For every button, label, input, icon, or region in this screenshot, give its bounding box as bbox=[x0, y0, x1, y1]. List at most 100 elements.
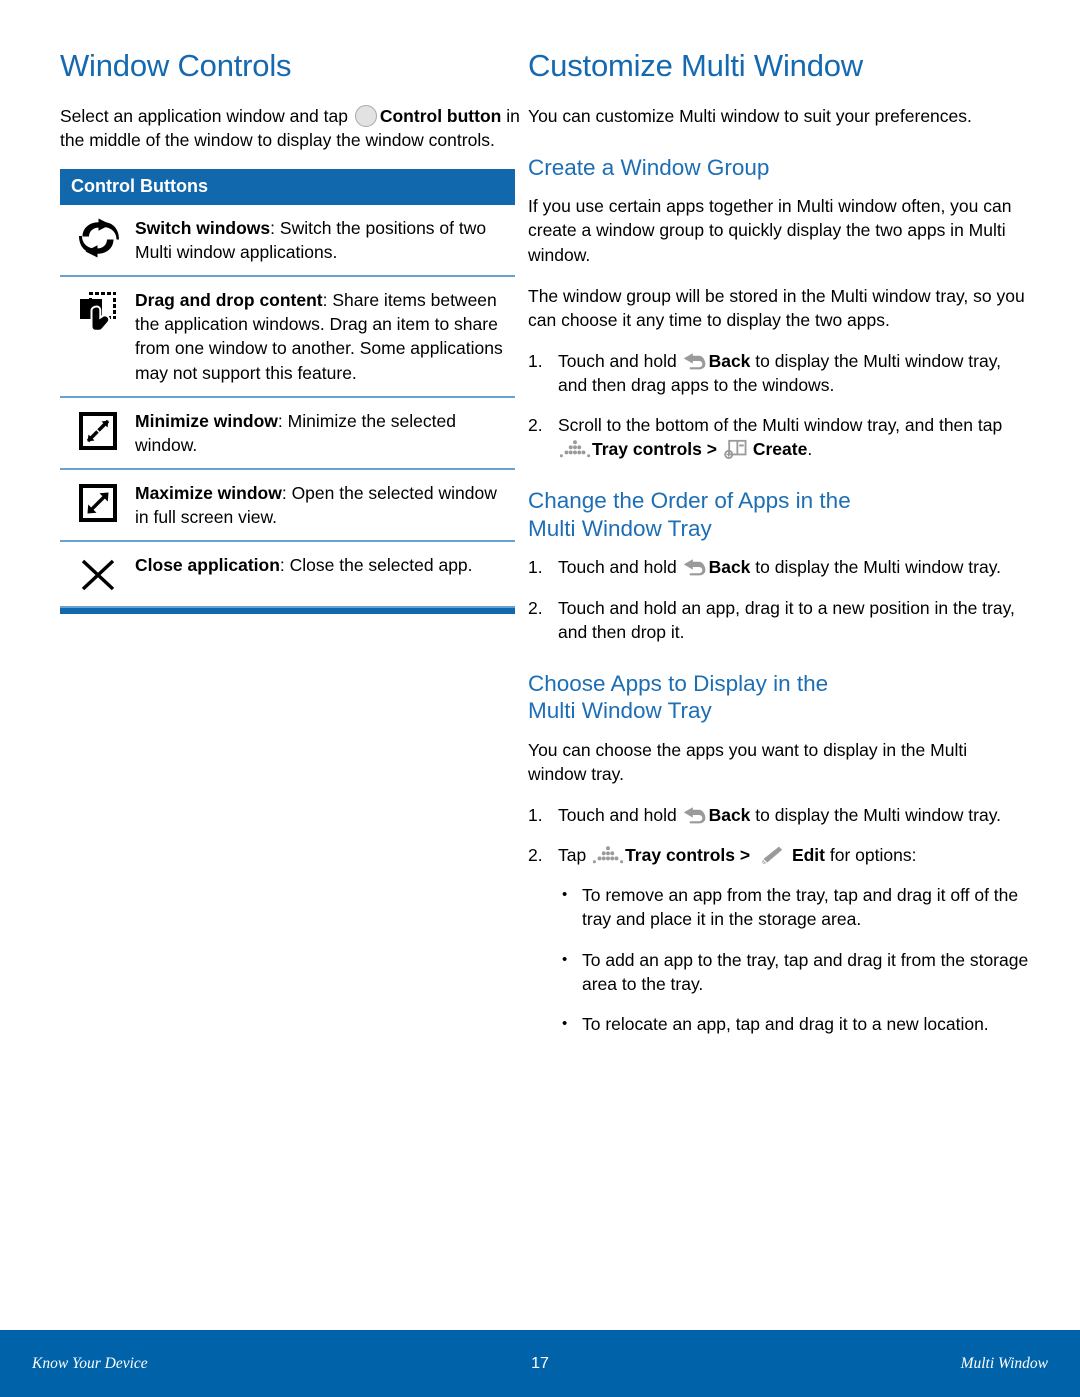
tray-controls-dots-icon bbox=[559, 440, 591, 458]
table-cell-description: Drag and drop content: Share items betwe… bbox=[135, 288, 515, 385]
list-item-number: 1. bbox=[528, 350, 543, 371]
back-icon bbox=[683, 559, 705, 576]
document-page: Window Controls Select an application wi… bbox=[0, 0, 1080, 1397]
page-title-window-controls: Window Controls bbox=[60, 48, 292, 83]
table-row: Maximize window: Open the selected windo… bbox=[60, 470, 515, 543]
back-icon bbox=[683, 807, 705, 824]
row-term: Close application bbox=[135, 555, 280, 576]
edit-label: Edit bbox=[791, 845, 825, 866]
table-cell-description: Minimize window: Minimize the selected w… bbox=[135, 409, 515, 457]
table-row: Switch windows: Switch the positions of … bbox=[60, 205, 515, 278]
create-label: Create bbox=[752, 439, 808, 460]
step-text-pre: Tap bbox=[558, 845, 592, 866]
bullet-marker: • bbox=[562, 950, 568, 968]
bullet-text: To remove an app from the tray, tap and … bbox=[582, 885, 1019, 930]
list-item-number: 2. bbox=[528, 845, 543, 866]
bullet-marker: • bbox=[562, 886, 568, 904]
edit-pencil-icon bbox=[761, 846, 783, 865]
list-item-content: Touch and hold an app, drag it to a new … bbox=[558, 597, 1015, 642]
create-icon bbox=[724, 440, 747, 460]
heading-line-1: Change the Order of Apps in the bbox=[528, 488, 851, 514]
row-separator: : bbox=[281, 483, 292, 504]
list-item-number: 1. bbox=[528, 557, 543, 578]
left-column: Window Controls Select an application wi… bbox=[0, 0, 520, 1330]
list-item: 2. Scroll to the bottom of the Multi win… bbox=[528, 413, 1030, 461]
table-row: Minimize window: Minimize the selected w… bbox=[60, 398, 515, 471]
back-button-label: Back bbox=[708, 804, 751, 825]
table-row: Close application: Close the selected ap… bbox=[60, 542, 515, 609]
heading-line-1: Choose Apps to Display in the bbox=[528, 670, 829, 696]
create-group-paragraph-2: The window group will be stored in the M… bbox=[528, 285, 1025, 330]
row-separator: : bbox=[270, 217, 280, 238]
create-group-paragraph-1: If you use certain apps together in Mult… bbox=[528, 196, 1012, 265]
list-item-content: Touch and hold Back to display the Multi… bbox=[558, 555, 1030, 579]
step-text-post: for options: bbox=[825, 845, 917, 866]
page-title-customize-multi-window: Customize Multi Window bbox=[528, 48, 863, 83]
bullet-text: To relocate an app, tap and drag it to a… bbox=[582, 1013, 989, 1034]
table-row: Drag and drop content: Share items betwe… bbox=[60, 277, 515, 398]
back-button-label: Back bbox=[708, 557, 751, 578]
choose-apps-paragraph: You can choose the apps you want to disp… bbox=[528, 739, 968, 784]
list-item-content: Touch and hold Back to display the Multi… bbox=[558, 349, 1030, 397]
bullet-text: To add an app to the tray, tap and drag … bbox=[582, 949, 1029, 994]
step-separator: > bbox=[734, 845, 755, 866]
control-buttons-table: Control Buttons Switch windows: Switch t… bbox=[60, 168, 515, 615]
table-cell-description: Close application: Close the selected ap… bbox=[135, 553, 515, 577]
control-button-circle-icon bbox=[354, 104, 377, 127]
step-text-pre: Touch and hold bbox=[558, 350, 682, 371]
row-term: Maximize window bbox=[135, 483, 282, 504]
back-button-label: Back bbox=[708, 350, 751, 371]
switch-windows-icon bbox=[60, 216, 135, 258]
step-text-post: . bbox=[807, 439, 813, 460]
page-footer: Know Your Device 17 Multi Window bbox=[0, 1330, 1080, 1397]
table-cell-description: Switch windows: Switch the positions of … bbox=[135, 216, 515, 264]
row-separator: : bbox=[322, 290, 333, 311]
section-heading-change-order: Change the Order of Apps in the Multi Win… bbox=[528, 487, 1030, 542]
list-item: 2. Touch and hold an app, drag it to a n… bbox=[528, 596, 1030, 644]
row-term: Drag and drop content bbox=[135, 290, 323, 311]
row-term: Minimize window bbox=[135, 410, 278, 431]
table-cell-description: Maximize window: Open the selected windo… bbox=[135, 481, 515, 529]
row-separator: : bbox=[279, 555, 290, 576]
close-application-icon bbox=[60, 553, 135, 595]
tray-controls-label: Tray controls bbox=[625, 845, 735, 866]
list-item: 1. Touch and hold Back to display the Mu… bbox=[528, 349, 1030, 397]
footer-section-label: Multi Window bbox=[960, 1354, 1048, 1372]
step-text-pre: Touch and hold bbox=[558, 804, 682, 825]
right-column: Customize Multi Window You can customize… bbox=[520, 0, 1080, 1330]
window-controls-intro-paragraph: Select an application window and tap Con… bbox=[60, 104, 520, 152]
heading-line-2: Multi Window Tray bbox=[528, 515, 712, 541]
list-item-content: Tap Tray controls > Edit for options: bbox=[558, 843, 1030, 867]
list-item-number: 2. bbox=[528, 415, 543, 436]
row-separator: : bbox=[277, 410, 288, 431]
minimize-window-icon bbox=[60, 409, 135, 451]
list-item: • To relocate an app, tap and drag it to… bbox=[528, 1012, 1030, 1036]
customize-intro-paragraph: You can customize Multi window to suit y… bbox=[528, 105, 972, 126]
list-item-number: 2. bbox=[528, 597, 543, 618]
footer-page-number: 17 bbox=[531, 1354, 549, 1372]
list-item: 1. Touch and hold Back to display the Mu… bbox=[528, 555, 1030, 579]
list-item: • To remove an app from the tray, tap an… bbox=[528, 883, 1030, 931]
list-item: 2. Tap Tray controls > Edit for options: bbox=[528, 843, 1030, 867]
list-item: 1. Touch and hold Back to display the Mu… bbox=[528, 803, 1030, 827]
section-heading-choose-apps: Choose Apps to Display in the Multi Windo… bbox=[528, 670, 1030, 725]
control-buttons-table-bottom-rule bbox=[60, 608, 515, 615]
control-buttons-table-header: Control Buttons bbox=[60, 168, 515, 205]
step-text-pre: Touch and hold bbox=[558, 557, 682, 578]
bullet-marker: • bbox=[562, 1014, 568, 1032]
section-heading-create-window-group: Create a Window Group bbox=[528, 154, 770, 180]
step-separator: > bbox=[701, 439, 722, 460]
row-term: Switch windows bbox=[135, 217, 271, 238]
maximize-window-icon bbox=[60, 481, 135, 523]
tray-controls-label: Tray controls bbox=[592, 439, 702, 460]
row-description: Close the selected app. bbox=[289, 555, 473, 576]
step-text-post: to display the Multi window tray. bbox=[750, 804, 1002, 825]
list-item-number: 1. bbox=[528, 804, 543, 825]
back-icon bbox=[683, 353, 705, 370]
intro-text-part-1: Select an application window and tap bbox=[60, 105, 353, 126]
step-text-pre: Scroll to the bottom of the Multi window… bbox=[558, 415, 1003, 436]
tray-controls-dots-icon bbox=[592, 846, 624, 864]
control-button-label: Control button bbox=[379, 105, 502, 126]
list-item: • To add an app to the tray, tap and dra… bbox=[528, 948, 1030, 996]
heading-line-2: Multi Window Tray bbox=[528, 698, 712, 724]
